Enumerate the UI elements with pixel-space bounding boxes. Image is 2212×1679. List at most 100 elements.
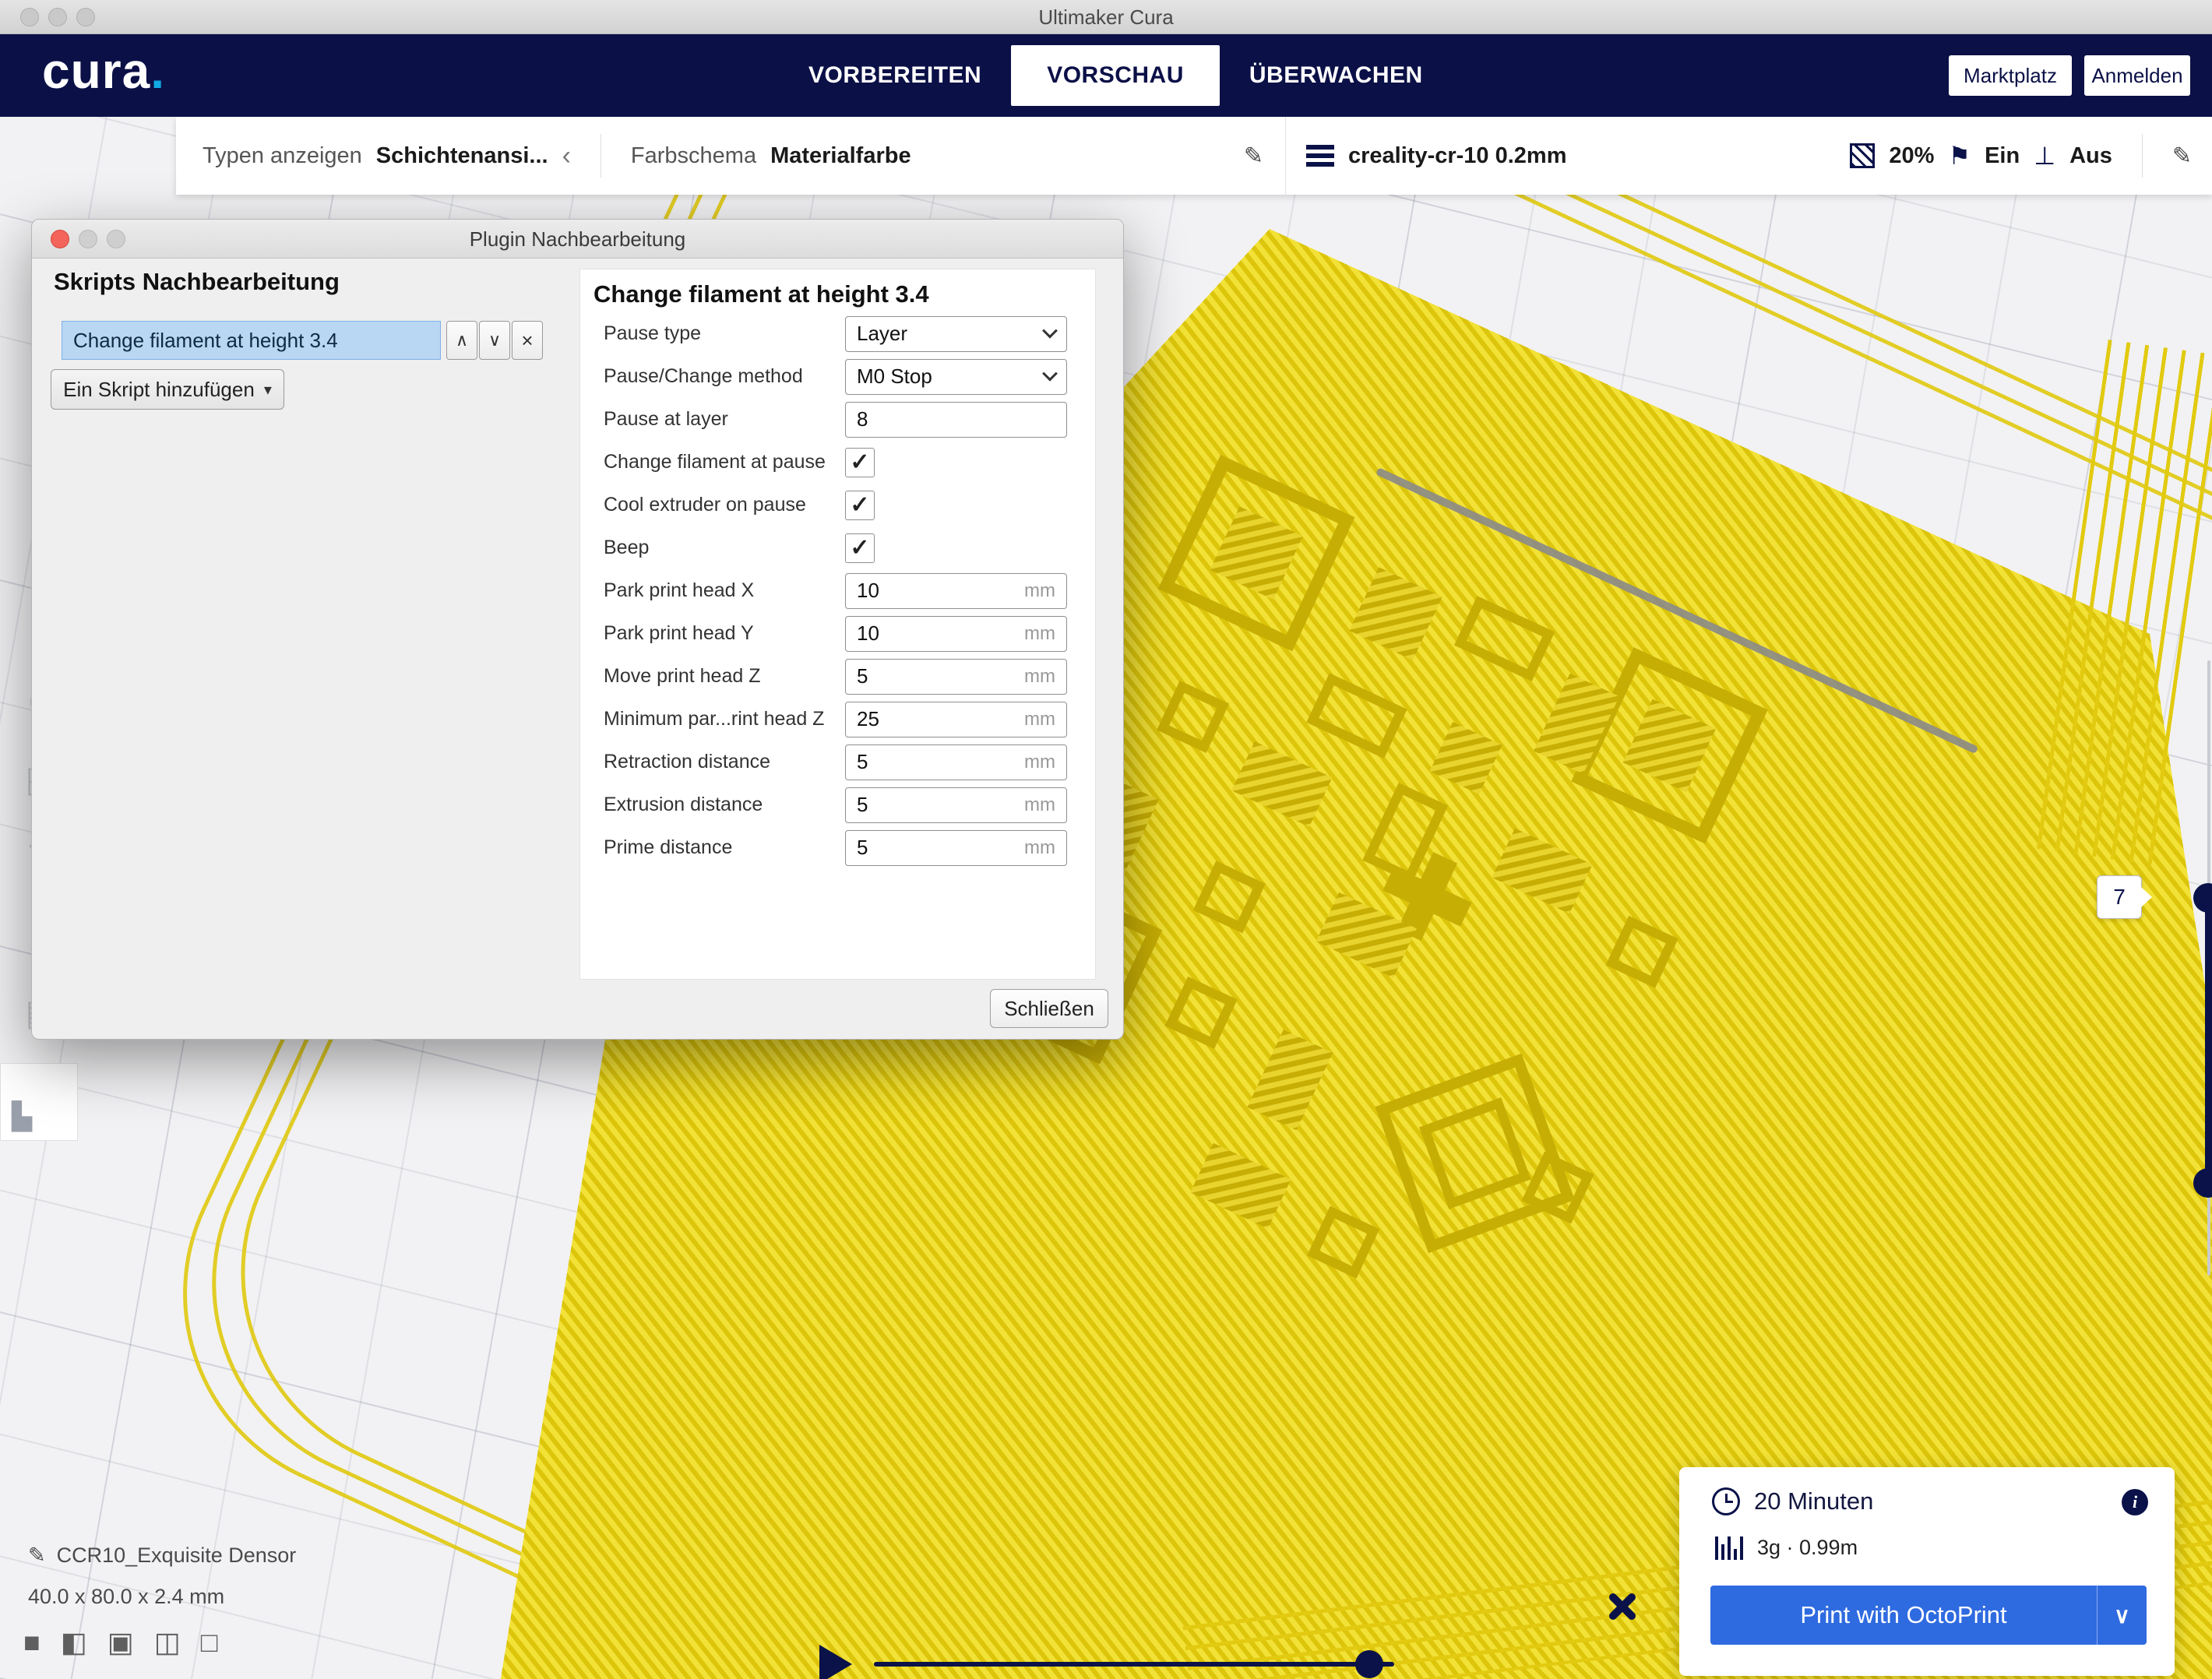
dialog-field-row: Retraction distance5mm xyxy=(580,741,1095,783)
field-select[interactable]: M0 Stop xyxy=(845,359,1067,395)
dialog-field-row: Pause typeLayer xyxy=(580,312,1095,355)
dialog-field-row: Change filament at pause✓ xyxy=(580,441,1095,484)
print-options-chevron-icon[interactable]: ∨ xyxy=(2097,1586,2147,1645)
layer-indicator: 7 xyxy=(2097,875,2142,919)
infill-value: 20% xyxy=(1889,143,1934,169)
view-type-dropdown[interactable]: Schichtenansi... xyxy=(376,143,548,169)
support-icon: ⚑ xyxy=(1948,143,1971,168)
header-tabs: VORBEREITENVORSCHAUÜBERWACHEN xyxy=(779,34,1453,117)
print-info-panel: 20 Minuten i 3g · 0.99m Print with OctoP… xyxy=(1679,1467,2175,1676)
field-unit: mm xyxy=(1024,794,1055,816)
dialog-title: Plugin Nachbearbeitung xyxy=(32,220,1123,259)
playback-slider-track[interactable] xyxy=(874,1662,1394,1667)
playback-slider-knob[interactable] xyxy=(1355,1650,1383,1678)
field-input[interactable]: 10mm xyxy=(845,616,1067,652)
app-header: cura. VORBEREITENVORSCHAUÜBERWACHEN Mark… xyxy=(0,34,2212,117)
dialog-field-row: Extrusion distance5mm xyxy=(580,783,1095,826)
field-unit: mm xyxy=(1024,666,1055,688)
play-button[interactable] xyxy=(819,1645,852,1679)
tab-vorschau[interactable]: VORSCHAU xyxy=(1011,45,1220,106)
field-select[interactable]: Layer xyxy=(845,316,1067,352)
view-mode-icon-4[interactable]: □ xyxy=(201,1626,218,1659)
script-settings-panel: Change filament at height 3.4 Pause type… xyxy=(579,269,1096,980)
material-estimate: 3g · 0.99m xyxy=(1757,1536,1858,1560)
script-move-down-button[interactable]: ∨ xyxy=(479,321,510,360)
infill-icon xyxy=(1850,143,1875,168)
field-unit: mm xyxy=(1024,623,1055,645)
view-mode-icon-0[interactable]: ■ xyxy=(23,1626,41,1659)
add-script-button[interactable]: Ein Skript hinzufügen ▾ xyxy=(51,369,284,410)
script-list-item-selected[interactable]: Change filament at height 3.4 xyxy=(62,321,441,360)
edit-print-settings-icon[interactable]: ✎ xyxy=(2172,143,2192,170)
tab-überwachen[interactable]: ÜBERWACHEN xyxy=(1220,34,1453,117)
model-info: ✎ CCR10_Exquisite Densor 40.0 x 80.0 x 2… xyxy=(28,1543,296,1609)
field-label: Extrusion distance xyxy=(580,794,845,816)
adhesion-icon: ⊥ xyxy=(2034,143,2055,168)
clock-icon xyxy=(1712,1487,1740,1515)
field-input[interactable]: 5mm xyxy=(845,787,1067,823)
scripts-heading: Skripts Nachbearbeitung xyxy=(54,268,340,296)
dialog-fields: Pause typeLayerPause/Change methodM0 Sto… xyxy=(580,312,1095,869)
field-label: Change filament at pause xyxy=(580,451,845,473)
tab-vorbereiten[interactable]: VORBEREITEN xyxy=(779,34,1011,117)
adjust-tools-icon[interactable] xyxy=(1603,1587,1642,1626)
dialog-field-row: Cool extruder on pause✓ xyxy=(580,484,1095,526)
field-label: Pause/Change method xyxy=(580,365,845,388)
time-estimate: 20 Minuten xyxy=(1754,1487,1873,1515)
view-mode-icon-3[interactable]: ◫ xyxy=(154,1626,181,1659)
field-label: Retraction distance xyxy=(580,751,845,773)
field-label: Cool extruder on pause xyxy=(580,494,845,516)
model-dimensions: 40.0 x 80.0 x 2.4 mm xyxy=(28,1585,296,1609)
field-unit: mm xyxy=(1024,709,1055,730)
field-checkbox[interactable]: ✓ xyxy=(845,448,875,477)
dialog-close-button-schliessen[interactable]: Schließen xyxy=(990,989,1108,1028)
dialog-titlebar[interactable]: Plugin Nachbearbeitung xyxy=(32,220,1123,259)
field-input[interactable]: 5mm xyxy=(845,744,1067,780)
field-label: Park print head Y xyxy=(580,622,845,645)
support-value: Ein xyxy=(1985,143,2020,169)
field-input[interactable]: 25mm xyxy=(845,702,1067,737)
field-label: Beep xyxy=(580,537,845,559)
dialog-field-row: Minimum par...rint head Z25mm xyxy=(580,698,1095,741)
material-icon xyxy=(1715,1536,1743,1560)
rename-pencil-icon[interactable]: ✎ xyxy=(28,1543,46,1568)
dialog-field-row: Move print head Z5mm xyxy=(580,655,1095,698)
dialog-field-row: Prime distance5mm xyxy=(580,826,1095,869)
dialog-field-row: Beep✓ xyxy=(580,526,1095,569)
signin-button[interactable]: Anmelden xyxy=(2084,55,2190,96)
field-unit: mm xyxy=(1024,837,1055,859)
field-checkbox[interactable]: ✓ xyxy=(845,491,875,520)
dialog-field-row: Park print head X10mm xyxy=(580,569,1095,612)
field-label: Pause at layer xyxy=(580,408,845,431)
tool-selected-box[interactable]: ▙ xyxy=(0,1063,78,1141)
field-input[interactable]: 5mm xyxy=(845,659,1067,695)
info-icon[interactable]: i xyxy=(2122,1489,2148,1515)
view-type-label: Typen anzeigen xyxy=(203,143,362,169)
script-move-up-button[interactable]: ∧ xyxy=(446,321,477,360)
field-label: Pause type xyxy=(580,322,845,345)
field-label: Prime distance xyxy=(580,836,845,859)
view-mode-icon-2[interactable]: ▣ xyxy=(107,1626,134,1659)
color-scheme-dropdown[interactable]: Materialfarbe xyxy=(770,143,911,169)
print-octoprint-button[interactable]: Print with OctoPrint ∨ xyxy=(1710,1586,2147,1645)
field-label: Move print head Z xyxy=(580,665,845,688)
dialog-field-row: Pause/Change methodM0 Stop xyxy=(580,355,1095,398)
field-input[interactable]: 8 xyxy=(845,402,1067,438)
steps-icon: ▙ xyxy=(12,1101,32,1132)
collapse-chevron-icon[interactable]: ‹ xyxy=(562,143,571,169)
select-caret-icon xyxy=(1042,365,1058,381)
marketplace-button[interactable]: Marktplatz xyxy=(1949,55,2072,96)
layer-slider-range[interactable] xyxy=(2205,907,2212,1188)
edit-pencil-icon[interactable]: ✎ xyxy=(1244,143,1263,170)
printer-profile[interactable]: creality-cr-10 0.2mm xyxy=(1348,143,1567,169)
field-checkbox[interactable]: ✓ xyxy=(845,533,875,563)
dialog-field-row: Pause at layer8 xyxy=(580,398,1095,441)
field-input[interactable]: 5mm xyxy=(845,830,1067,866)
select-caret-icon xyxy=(1042,322,1058,338)
script-remove-button[interactable]: × xyxy=(512,321,543,360)
cura-logo: cura. xyxy=(42,42,165,100)
field-input[interactable]: 10mm xyxy=(845,573,1067,609)
dialog-field-row: Park print head Y10mm xyxy=(580,612,1095,655)
view-mode-icon-1[interactable]: ◧ xyxy=(61,1626,87,1659)
field-label: Minimum par...rint head Z xyxy=(580,708,845,730)
